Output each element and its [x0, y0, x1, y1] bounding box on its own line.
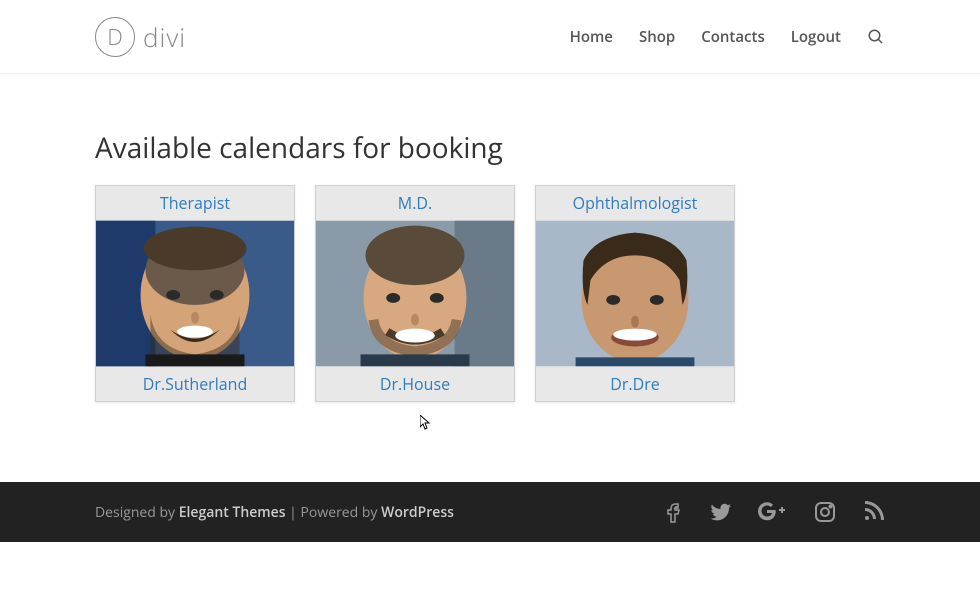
search-icon[interactable]: [867, 28, 885, 46]
cards-grid: Therapist Dr.Sutherland: [95, 185, 885, 402]
calendar-card[interactable]: Ophthalmologist Dr.Dre: [535, 185, 735, 402]
footer-text: Designed by Elegant Themes | Powered by …: [95, 503, 454, 522]
footer-mid: | Powered by: [286, 503, 382, 522]
footer: Designed by Elegant Themes | Powered by …: [0, 482, 980, 542]
header: D divi Home Shop Contacts Logout: [0, 0, 980, 74]
content: Available calendars for booking Therapis…: [0, 74, 980, 432]
rss-icon[interactable]: [861, 500, 885, 524]
facebook-icon[interactable]: [661, 500, 685, 524]
avatar: [536, 220, 734, 367]
card-name: Dr.Sutherland: [96, 367, 294, 401]
google-plus-icon[interactable]: [757, 500, 789, 524]
calendar-card[interactable]: Therapist Dr.Sutherland: [95, 185, 295, 402]
social-icons: [661, 500, 885, 524]
nav-logout[interactable]: Logout: [791, 27, 841, 47]
nav-contacts[interactable]: Contacts: [701, 27, 765, 47]
logo-text: divi: [143, 19, 186, 55]
nav-shop[interactable]: Shop: [639, 27, 675, 47]
card-name: Dr.House: [316, 367, 514, 401]
nav: Home Shop Contacts Logout: [570, 27, 885, 47]
footer-theme-link[interactable]: Elegant Themes: [179, 503, 286, 522]
card-image: [96, 220, 294, 367]
card-role: M.D.: [316, 186, 514, 220]
footer-designed: Designed by: [95, 503, 179, 522]
logo[interactable]: D divi: [95, 17, 186, 57]
instagram-icon[interactable]: [813, 500, 837, 524]
calendar-card[interactable]: M.D. Dr.House: [315, 185, 515, 402]
card-role: Ophthalmologist: [536, 186, 734, 220]
footer-wp-link[interactable]: WordPress: [381, 503, 454, 522]
card-image: [316, 220, 514, 367]
card-name: Dr.Dre: [536, 367, 734, 401]
twitter-icon[interactable]: [709, 500, 733, 524]
card-role: Therapist: [96, 186, 294, 220]
nav-home[interactable]: Home: [570, 27, 613, 47]
avatar: [96, 220, 294, 367]
avatar: [316, 220, 514, 367]
page-title: Available calendars for booking: [95, 129, 885, 167]
card-image: [536, 220, 734, 367]
logo-icon: D: [95, 17, 135, 57]
